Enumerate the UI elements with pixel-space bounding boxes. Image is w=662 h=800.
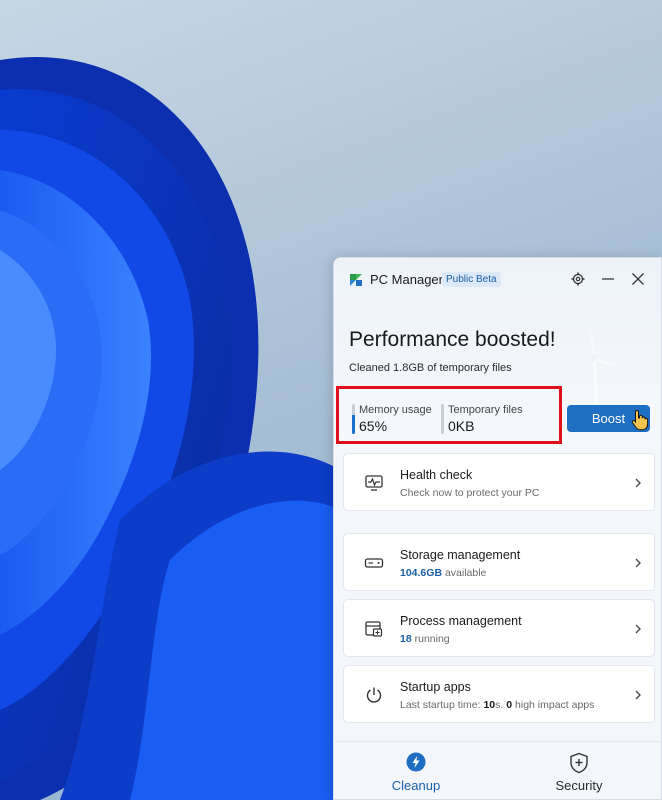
tab-security-label: Security (555, 778, 603, 793)
startup-apps-subtitle: Last startup time: 10s. 0 high impact ap… (400, 699, 594, 711)
chevron-right-icon (635, 690, 641, 700)
tab-cleanup-label: Cleanup (391, 778, 441, 793)
startup-time-unit: s. (495, 699, 504, 711)
stats-highlight-box: Memory usage 65% Temporary files 0KB (336, 386, 562, 444)
temporary-files-bar (441, 404, 444, 434)
title-bar: PC Manager Public Beta (334, 258, 661, 300)
memory-usage-bar (352, 404, 355, 434)
startup-time-value: 10 (483, 699, 496, 711)
tab-cleanup[interactable]: Cleanup (341, 742, 491, 799)
startup-apps-card[interactable]: Startup apps Last startup time: 10s. 0 h… (343, 665, 655, 723)
app-title: PC Manager (370, 272, 443, 287)
process-management-title: Process management (400, 614, 522, 628)
memory-usage-stat: Memory usage 65% (352, 404, 432, 434)
performance-title: Performance boosted! (349, 328, 556, 351)
storage-management-subtitle: 104.6GB available (400, 567, 486, 579)
storage-management-title: Storage management (400, 548, 521, 562)
health-check-subtitle: Check now to protect your PC (400, 487, 540, 499)
storage-management-card[interactable]: Storage management 104.6GB available (343, 533, 655, 591)
memory-usage-label: Memory usage (359, 404, 432, 416)
pulse-monitor-icon (365, 475, 383, 491)
health-check-title: Health check (400, 468, 473, 482)
close-icon (632, 273, 644, 285)
power-icon (366, 687, 382, 703)
temporary-files-label: Temporary files (448, 404, 523, 416)
health-check-card[interactable]: Health check Check now to protect your P… (343, 453, 655, 511)
pc-manager-window: PC Manager Public Beta Performance boost… (333, 257, 662, 800)
bottom-navigation: Cleanup Security (334, 741, 661, 799)
drive-icon (364, 558, 384, 568)
process-icon (365, 621, 383, 637)
lightning-icon (406, 752, 426, 772)
gear-icon (571, 272, 585, 286)
performance-subtitle: Cleaned 1.8GB of temporary files (349, 362, 512, 374)
public-beta-badge: Public Beta (442, 272, 501, 287)
settings-button[interactable] (567, 268, 589, 290)
minimize-icon (602, 278, 614, 280)
app-logo-icon (350, 274, 362, 286)
startup-time-label: Last startup time: (400, 699, 481, 711)
storage-available-label: available (444, 567, 487, 579)
hand-cursor-icon (631, 409, 649, 431)
close-button[interactable] (627, 268, 649, 290)
memory-usage-value: 65% (359, 418, 388, 434)
tab-security[interactable]: Security (504, 742, 654, 799)
minimize-button[interactable] (597, 268, 619, 290)
process-running-count: 18 (400, 633, 412, 645)
chevron-right-icon (635, 478, 641, 488)
chevron-right-icon (635, 558, 641, 568)
process-management-subtitle: 18 running (400, 633, 450, 645)
storage-available-value: 104.6GB (400, 567, 443, 579)
high-impact-label: high impact apps (515, 699, 595, 711)
process-running-label: running (414, 633, 450, 645)
temporary-files-stat: Temporary files 0KB (441, 404, 523, 434)
process-management-card[interactable]: Process management 18 running (343, 599, 655, 657)
shield-icon (570, 752, 588, 774)
high-impact-count: 0 (506, 699, 513, 711)
startup-apps-title: Startup apps (400, 680, 471, 694)
temporary-files-value: 0KB (448, 418, 475, 434)
windmill-illustration-icon (564, 323, 629, 408)
chevron-right-icon (635, 624, 641, 634)
